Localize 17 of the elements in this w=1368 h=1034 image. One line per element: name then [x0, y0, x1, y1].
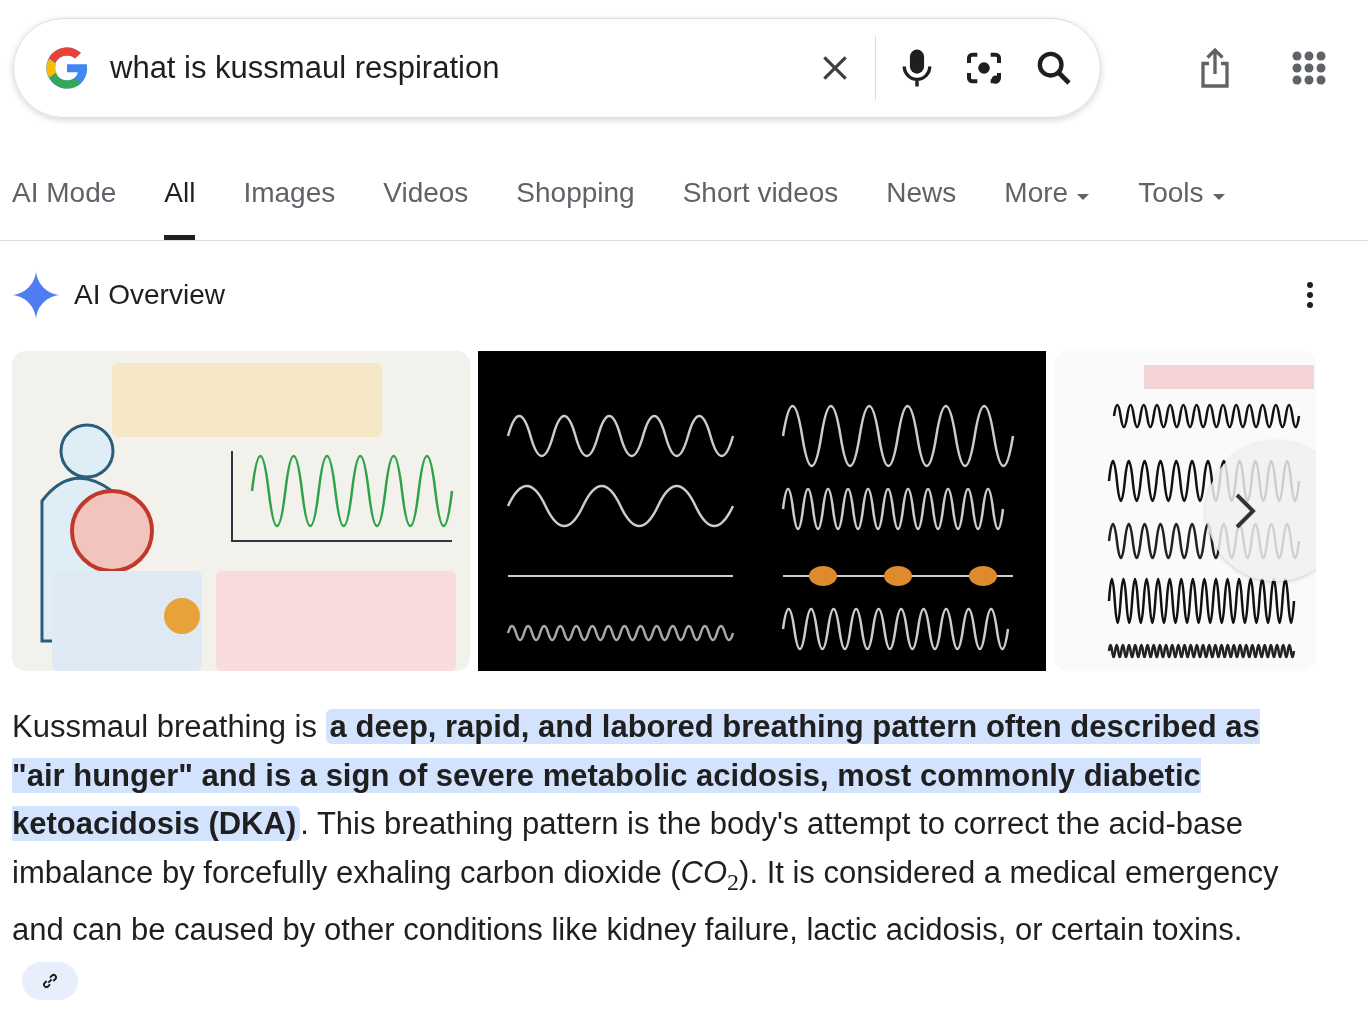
overview-title: AI Overview: [74, 279, 226, 311]
search-tab[interactable]: Tools: [1138, 176, 1226, 240]
google-logo-icon: [44, 45, 90, 91]
sparkle-icon: [12, 271, 60, 319]
search-tab[interactable]: Videos: [383, 176, 469, 240]
search-tab[interactable]: All: [164, 176, 196, 240]
search-tab[interactable]: Short videos: [682, 176, 839, 240]
search-tab[interactable]: News: [886, 176, 957, 240]
caret-icon: [1211, 193, 1226, 201]
answer-paragraph: Kussmaul breathing is a deep, rapid, and labored breathing pattern often described as "air hunger" and is a sign of severe metabolic acidosis, most commonly diabetic ketoacidosis (DKA). This breathing pattern is the body's attempt to correct the acid-base imbalance by forcefully exhaling carbon dioxide (CO$_{2}$). It is considered a medical emergency and can be caused by other conditions like kidney failure, lactic acidosis, or certain toxins.: [12, 703, 1298, 1004]
search-tab[interactable]: Shopping: [516, 176, 635, 240]
search-tab[interactable]: Images: [243, 176, 336, 240]
caret-icon: [1076, 193, 1091, 201]
link-icon[interactable]: [22, 961, 78, 1000]
search-input[interactable]: what is kussmaul respiration: [108, 49, 795, 87]
search-tab[interactable]: More: [1004, 176, 1091, 240]
search-tab[interactable]: AI Mode: [12, 176, 117, 240]
